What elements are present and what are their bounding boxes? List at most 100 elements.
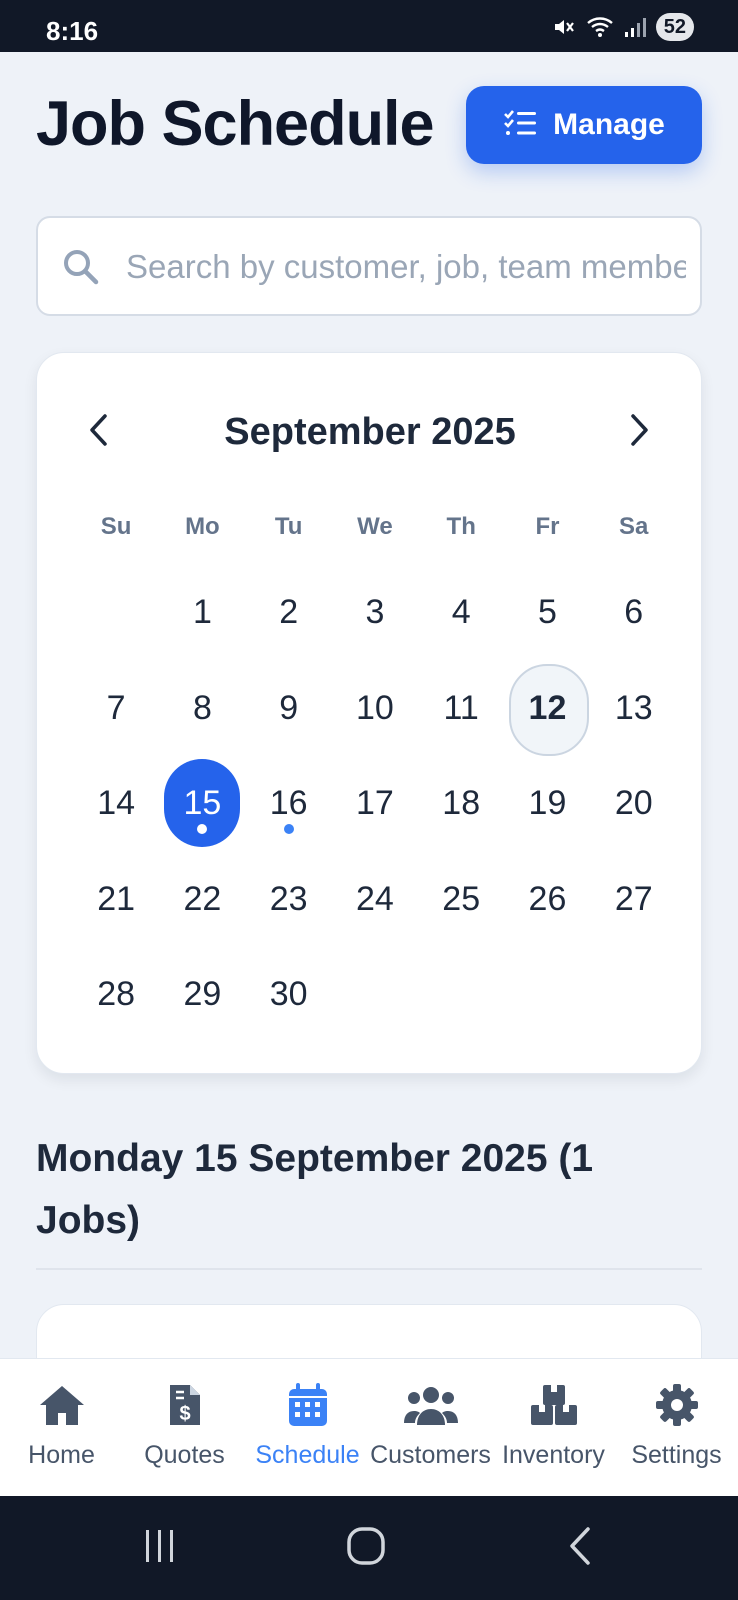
calendar-day-2[interactable]: 2: [246, 565, 332, 661]
calendar-day-17[interactable]: 17: [332, 756, 418, 852]
calendar-day-number: 9: [279, 688, 299, 727]
calendar-day-number: 25: [442, 879, 481, 918]
weekday-label: Sa: [619, 513, 649, 540]
home-button[interactable]: [344, 1526, 388, 1570]
calendar-day-10[interactable]: 10: [332, 661, 418, 757]
calendar-day-number: 19: [528, 784, 567, 823]
weekday-label: Tu: [274, 513, 303, 540]
nav-item-customers[interactable]: Customers: [369, 1359, 492, 1496]
nav-label: Customers: [370, 1441, 491, 1469]
calendar-day-number: 23: [269, 879, 308, 918]
invoice-dollar-icon: $: [167, 1381, 203, 1429]
calendar-day-28[interactable]: 28: [73, 947, 159, 1043]
calendar-day-14[interactable]: 14: [73, 756, 159, 852]
calendar-month-label: September 2025: [224, 411, 516, 453]
calendar-day-number: 5: [538, 593, 557, 632]
back-chevron-icon: [566, 1526, 594, 1571]
back-button[interactable]: [558, 1526, 602, 1570]
calendar-day-15[interactable]: 15: [159, 756, 245, 852]
gear-icon: [655, 1381, 699, 1429]
mute-icon: [552, 15, 576, 39]
calendar-day-8[interactable]: 8: [159, 661, 245, 757]
nav-item-home[interactable]: Home: [0, 1359, 123, 1496]
nav-label: Home: [28, 1441, 95, 1469]
users-icon: [403, 1381, 459, 1429]
system-nav-bar: [0, 1496, 738, 1600]
calendar-day-9[interactable]: 9: [246, 661, 332, 757]
nav-label: Schedule: [255, 1441, 360, 1469]
bottom-nav: Home $ Quotes Schedule Customers Inventory Set…: [0, 1358, 738, 1496]
status-bar: 8:16 52: [0, 0, 738, 52]
calendar-day-number: 29: [183, 975, 222, 1014]
svg-text:$: $: [179, 1403, 190, 1425]
calendar-day-number: 12: [528, 688, 567, 727]
calendar-day-20[interactable]: 20: [591, 756, 677, 852]
nav-item-inventory[interactable]: Inventory: [492, 1359, 615, 1496]
calendar-day-number: 24: [356, 879, 394, 918]
calendar-day-6[interactable]: 6: [591, 565, 677, 661]
calendar-day-4[interactable]: 4: [418, 565, 504, 661]
calendar-day-16[interactable]: 16: [246, 756, 332, 852]
calendar-day-21[interactable]: 21: [73, 852, 159, 948]
calendar-day-number: 17: [356, 784, 394, 823]
search-box[interactable]: [36, 216, 702, 316]
calendar-day-7[interactable]: 7: [73, 661, 159, 757]
job-indicator-dot: [197, 824, 208, 834]
calendar-day-number: 27: [614, 879, 653, 918]
calendar-day-number: 21: [97, 879, 136, 918]
calendar-day-number: 15: [183, 784, 222, 823]
calendar-day-18[interactable]: 18: [418, 756, 504, 852]
calendar-day-number: 10: [356, 688, 394, 727]
battery-indicator: 52: [655, 13, 694, 41]
calendar-day-number: 3: [365, 593, 385, 632]
next-month-button[interactable]: [615, 407, 665, 457]
calendar-day-25[interactable]: 25: [418, 852, 504, 948]
recent-apps-button[interactable]: [138, 1526, 182, 1570]
calendar-day-3[interactable]: 3: [332, 565, 418, 661]
wifi-icon: [586, 15, 614, 39]
calendar-day-number: 1: [192, 593, 212, 632]
search-input[interactable]: [126, 238, 686, 296]
weekday-label: Su: [100, 513, 132, 540]
chevron-right-icon: [630, 413, 650, 452]
calendar-day-5[interactable]: 5: [504, 565, 590, 661]
calendar-day-24[interactable]: 24: [332, 852, 418, 948]
calendar-day-26[interactable]: 26: [504, 852, 590, 948]
calendar-day-number: 4: [451, 593, 471, 632]
calendar-day-number: 14: [97, 784, 136, 823]
calendar-day-number: 22: [183, 879, 222, 918]
calendar-day-number: 30: [269, 975, 308, 1014]
calendar-day-11[interactable]: 11: [418, 661, 504, 757]
recent-apps-icon: [142, 1528, 178, 1569]
signal-icon: [624, 16, 646, 38]
calendar-day-30[interactable]: 30: [246, 947, 332, 1043]
nav-item-schedule[interactable]: Schedule: [246, 1359, 369, 1496]
calendar-day-number: 26: [528, 879, 567, 918]
nav-item-quotes[interactable]: $ Quotes: [123, 1359, 246, 1496]
calendar-day-number: 20: [614, 784, 653, 823]
calendar-day-number: 18: [442, 784, 481, 823]
calendar-day-23[interactable]: 23: [246, 852, 332, 948]
page-title: Job Schedule: [36, 89, 435, 159]
manage-button[interactable]: Manage: [466, 86, 702, 164]
weekday-label: Th: [446, 513, 476, 540]
calendar-day-13[interactable]: 13: [591, 661, 677, 757]
calendar-day-12[interactable]: 12: [504, 661, 590, 757]
nav-item-settings[interactable]: Settings: [615, 1359, 738, 1496]
job-indicator-dot: [283, 824, 294, 834]
calendar-day-1[interactable]: 1: [159, 565, 245, 661]
home-circle-icon: [346, 1526, 386, 1571]
calendar-day-number: 6: [624, 593, 644, 632]
calendar-day-22[interactable]: 22: [159, 852, 245, 948]
manage-button-label: Manage: [553, 108, 665, 141]
boxes-icon: [529, 1381, 579, 1429]
calendar-icon: [287, 1381, 329, 1429]
calendar-day-27[interactable]: 27: [591, 852, 677, 948]
calendar-day-19[interactable]: 19: [504, 756, 590, 852]
nav-label: Inventory: [502, 1441, 605, 1469]
calendar-day-29[interactable]: 29: [159, 947, 245, 1043]
calendar-blank-cell: [73, 565, 159, 661]
checklist-icon: [503, 109, 537, 142]
status-icons: 52: [552, 12, 694, 42]
weekday-header: Su Mo Tu We Th Fr Sa: [73, 513, 677, 541]
